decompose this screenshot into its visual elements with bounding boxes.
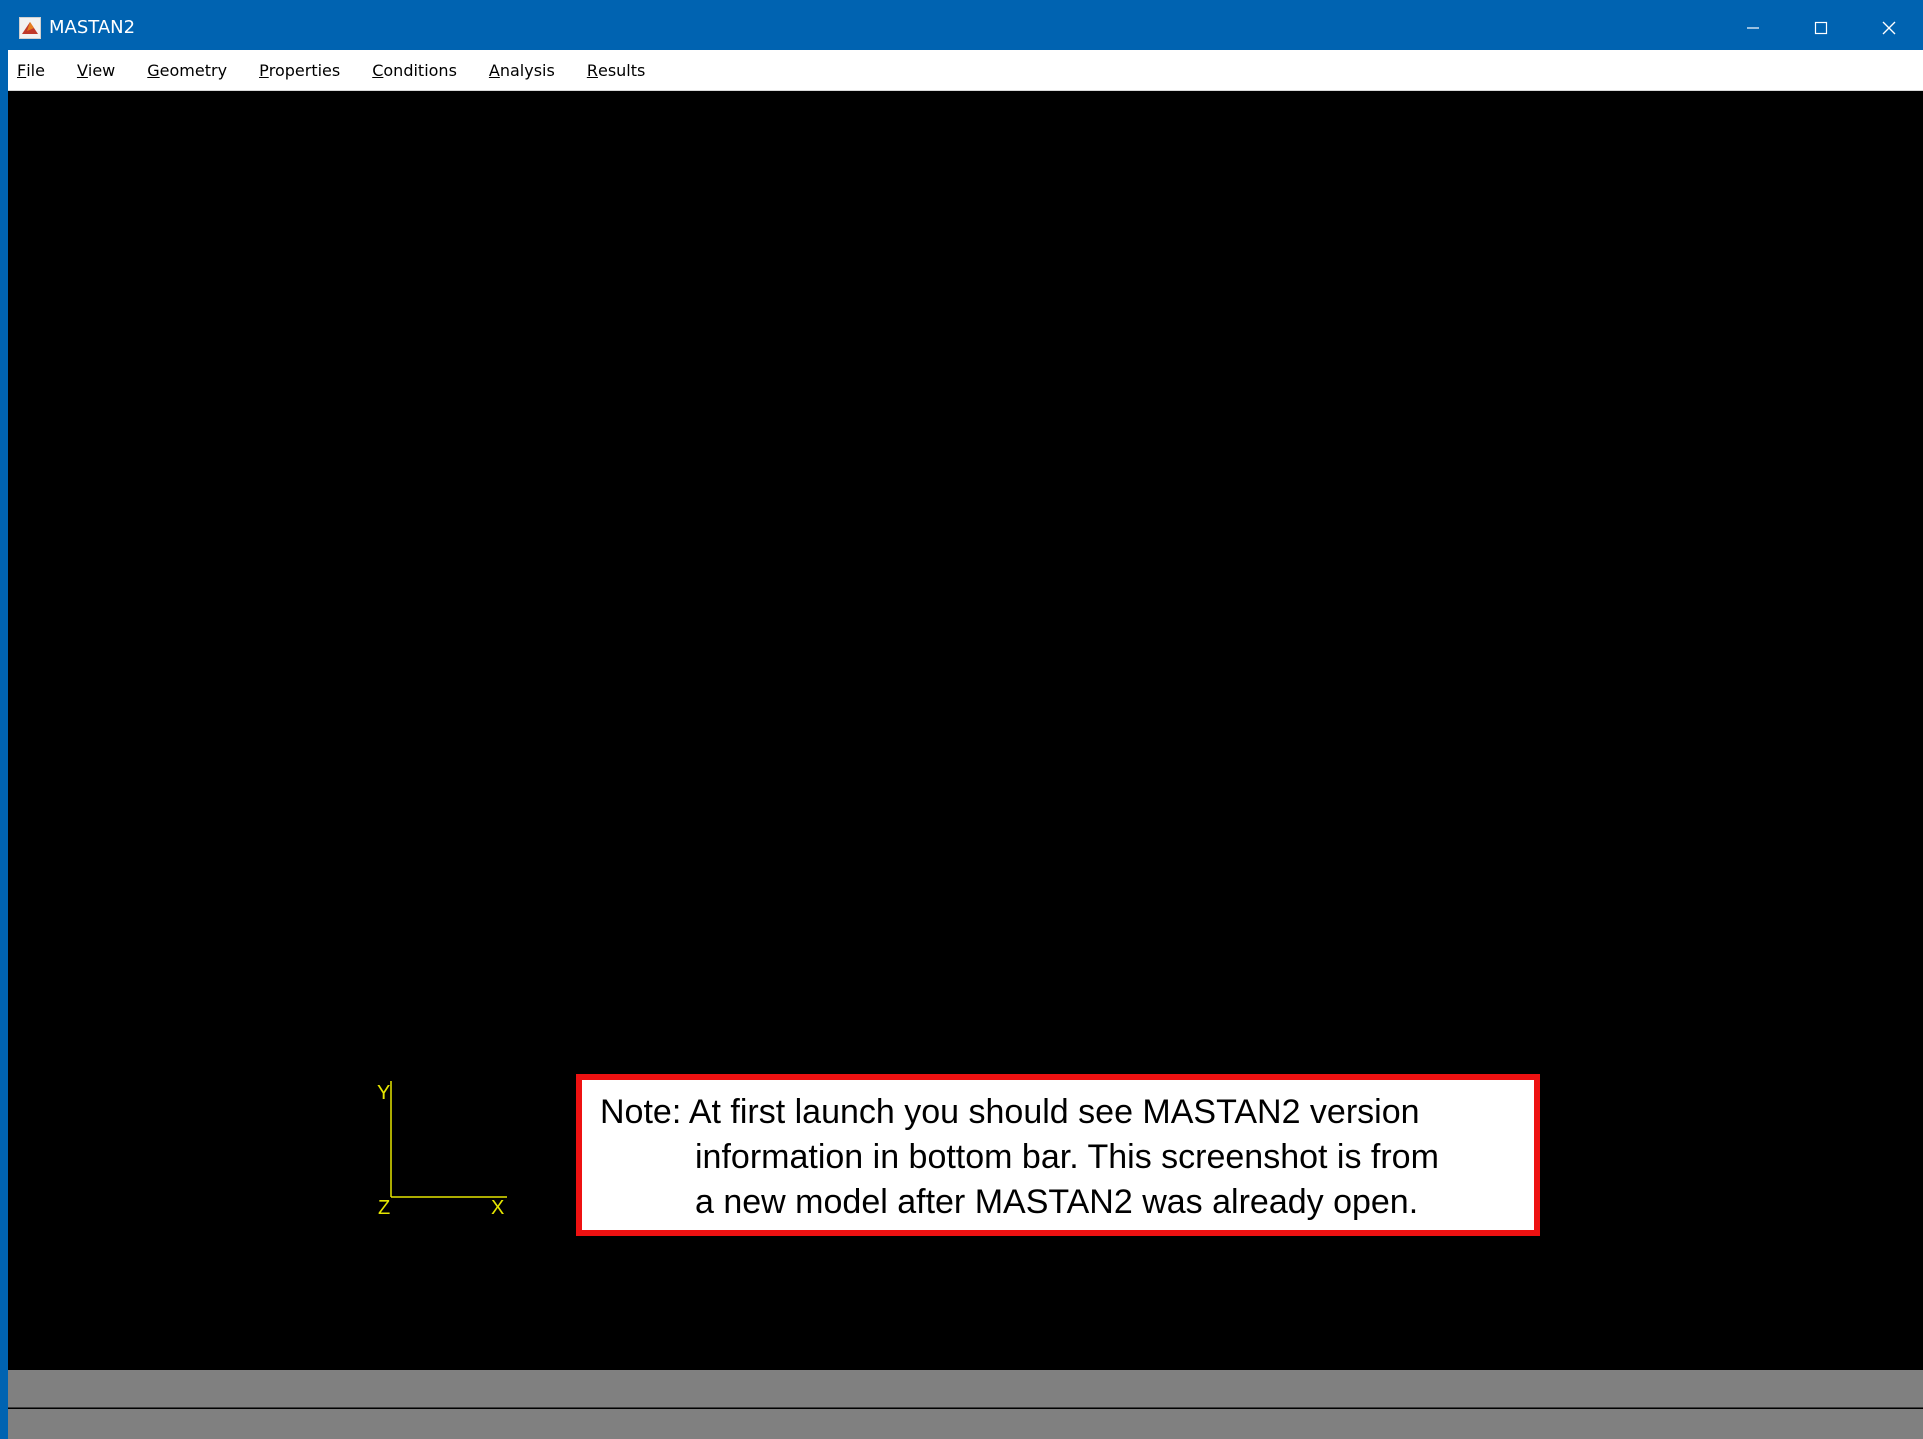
note-line-1: Note: At first launch you should see MAS… — [600, 1093, 1420, 1131]
menu-file-label: ile — [26, 60, 45, 80]
close-icon[interactable] — [1855, 5, 1923, 50]
menu-view[interactable]: View — [61, 50, 131, 90]
menu-view-accel: V — [76, 60, 88, 80]
title-bar[interactable]: MASTAN2 — [8, 5, 1923, 50]
menu-geometry-accel: G — [147, 60, 160, 80]
menu-geometry[interactable]: Geometry — [131, 50, 243, 90]
y-axis-label: Y — [377, 1082, 390, 1104]
mastan2-window: MASTAN2 File View Geometry Properties Co… — [0, 0, 1923, 1439]
minimize-icon[interactable] — [1719, 5, 1787, 50]
z-axis-label: Z — [378, 1197, 390, 1219]
menu-conditions-label: onditions — [383, 60, 457, 80]
annotation-note: Note: At first launch you should see MAS… — [576, 1074, 1540, 1236]
note-line-2: information in bottom bar. This screensh… — [695, 1138, 1439, 1176]
x-axis-label: X — [491, 1197, 504, 1219]
menu-properties-accel: P — [259, 60, 269, 80]
menu-conditions[interactable]: Conditions — [356, 50, 473, 90]
menu-conditions-accel: C — [372, 60, 384, 80]
menu-file[interactable]: File — [8, 50, 61, 90]
menu-analysis-accel: A — [488, 60, 500, 80]
menu-geometry-label: eometry — [159, 60, 228, 80]
status-bar-lower — [8, 1409, 1923, 1439]
menu-analysis-label: nalysis — [499, 60, 555, 80]
menu-analysis[interactable]: Analysis — [473, 50, 571, 90]
matlab-icon — [19, 16, 41, 39]
menu-properties-label: roperties — [268, 60, 341, 80]
note-line-3: a new model after MASTAN2 was already op… — [695, 1183, 1419, 1221]
menu-file-accel: F — [17, 60, 27, 80]
menu-results[interactable]: Results — [571, 50, 662, 90]
window-controls — [1719, 5, 1923, 50]
menu-view-label: iew — [87, 60, 116, 80]
menu-bar: File View Geometry Properties Conditions… — [8, 50, 1923, 91]
status-bar-upper — [8, 1370, 1923, 1408]
menu-properties[interactable]: Properties — [243, 50, 356, 90]
menu-results-accel: R — [586, 60, 598, 80]
menu-results-label: esults — [597, 60, 646, 80]
maximize-icon[interactable] — [1787, 5, 1855, 50]
window-title: MASTAN2 — [49, 17, 136, 38]
